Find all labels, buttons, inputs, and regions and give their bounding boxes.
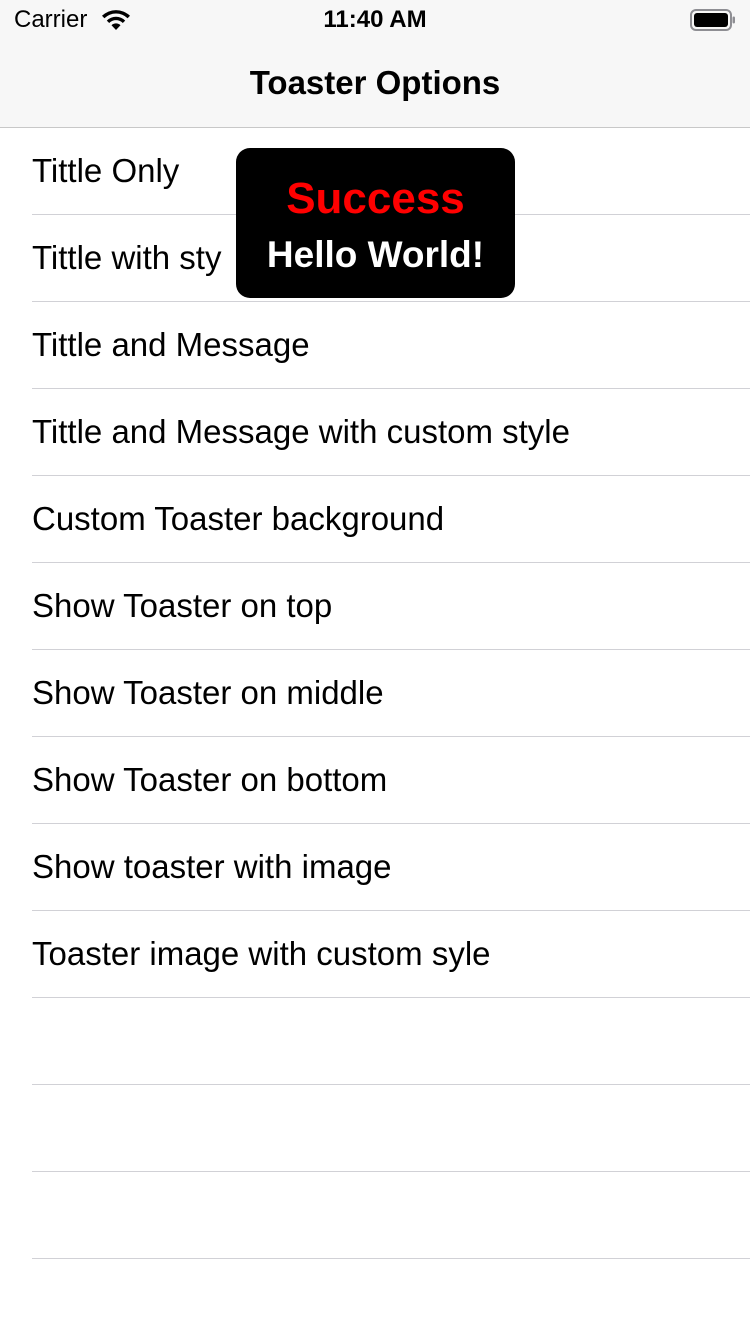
row-label: Show Toaster on bottom xyxy=(32,761,388,798)
status-time: 11:40 AM xyxy=(323,6,427,33)
row-label: Tittle Only xyxy=(32,152,180,189)
row-label: Tittle and Message xyxy=(32,326,310,363)
row-label: Show Toaster on top xyxy=(32,587,333,624)
row-label: Toaster image with custom syle xyxy=(32,935,491,972)
screen: Carrier 11:40 AM Toaster Options Tittle … xyxy=(0,0,750,1334)
table-row-toaster-image[interactable]: Show toaster with image xyxy=(0,824,750,911)
toast-popup: Success Hello World! xyxy=(236,148,515,298)
table-row-toaster-top[interactable]: Show Toaster on top xyxy=(0,563,750,650)
page-title: Toaster Options xyxy=(249,64,501,101)
row-label: Show Toaster on middle xyxy=(32,674,384,711)
toast-message: Hello World! xyxy=(266,234,485,275)
row-label: Show toaster with image xyxy=(32,848,392,885)
table-row-title-and-message[interactable]: Tittle and Message xyxy=(0,302,750,389)
table-row-empty xyxy=(0,1085,750,1172)
navigation-bar: Toaster Options xyxy=(0,40,750,128)
table-row-toaster-middle[interactable]: Show Toaster on middle xyxy=(0,650,750,737)
toast-title: Success xyxy=(286,174,465,223)
status-bar: Carrier 11:40 AM xyxy=(0,0,750,40)
battery-icon xyxy=(690,9,735,31)
table-row-custom-background[interactable]: Custom Toaster background xyxy=(0,476,750,563)
table-row-title-message-custom-style[interactable]: Tittle and Message with custom style xyxy=(0,389,750,476)
table-row-empty xyxy=(0,998,750,1085)
table-row-empty xyxy=(0,1172,750,1259)
table-row-image-custom-style[interactable]: Toaster image with custom syle xyxy=(0,911,750,998)
row-label: Custom Toaster background xyxy=(32,500,445,537)
table-row-toaster-bottom[interactable]: Show Toaster on bottom xyxy=(0,737,750,824)
row-label: Tittle and Message with custom style xyxy=(32,413,570,450)
row-label: Tittle with sty xyxy=(32,239,222,276)
